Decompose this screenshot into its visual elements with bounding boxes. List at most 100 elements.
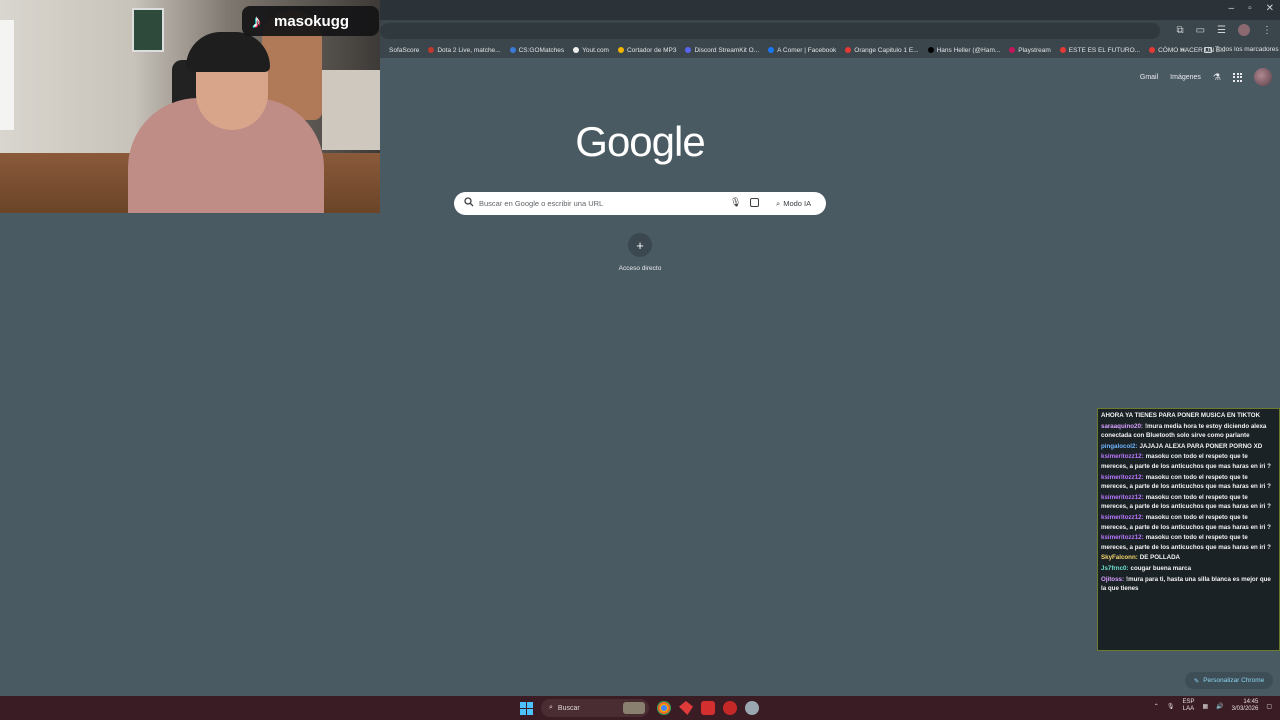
images-link[interactable]: Imágenes bbox=[1170, 74, 1201, 81]
window-controls: – ▫ ✕ bbox=[1229, 3, 1275, 14]
add-shortcut-label: Acceso directo bbox=[618, 265, 662, 272]
google-account-avatar[interactable] bbox=[1254, 68, 1272, 86]
bookmark-item[interactable]: Orange Capitulo 1 E... bbox=[845, 46, 919, 54]
ai-search-icon: ⌕ bbox=[776, 198, 781, 208]
settings-gear-icon[interactable] bbox=[745, 701, 759, 715]
taskbar-search[interactable]: ⌕ Buscar bbox=[541, 699, 649, 717]
bookmark-item[interactable]: SofaScore bbox=[380, 47, 419, 54]
app-icon-obs[interactable] bbox=[723, 701, 737, 715]
bookmark-label: Yout.com bbox=[582, 46, 609, 54]
bookmark-label: Playstream bbox=[1018, 46, 1051, 54]
bookmark-item[interactable]: Yout.com bbox=[573, 47, 609, 54]
bookmark-item[interactable]: Discord StreamKit O... bbox=[685, 47, 759, 54]
bookmark-favicon-icon bbox=[509, 47, 516, 53]
chat-username: ksimeritozz12: bbox=[1101, 453, 1144, 461]
bookmark-item[interactable]: Playstream bbox=[1009, 47, 1051, 54]
chat-username: saraaquino20: bbox=[1101, 422, 1143, 430]
app-icon-red-square[interactable] bbox=[701, 701, 715, 715]
bookmark-item[interactable]: A Comer | Facebook bbox=[768, 47, 836, 54]
bookmark-favicon-icon bbox=[573, 47, 580, 53]
tiktok-badge: ♪ ♪ ♪ masokugg bbox=[242, 6, 379, 36]
extensions-icon[interactable]: ⧉ bbox=[1176, 25, 1183, 36]
chat-text: !mura para ti, hasta una silla blanca es… bbox=[1101, 575, 1271, 593]
labs-flask-icon[interactable]: ⚗ bbox=[1213, 72, 1221, 83]
bookmark-favicon-icon bbox=[768, 47, 775, 53]
language-code: ESP bbox=[1182, 699, 1195, 705]
bookmark-item[interactable]: Dota 2 Live, matche... bbox=[428, 47, 501, 54]
restore-button[interactable]: ▫ bbox=[1248, 3, 1252, 14]
bookmark-favicon-icon bbox=[685, 47, 692, 53]
bookmark-label: A Comer | Facebook bbox=[777, 46, 837, 54]
google-logo: Google bbox=[575, 118, 705, 165]
chat-username: ksimeritozz12: bbox=[1101, 493, 1144, 501]
chrome-app-icon[interactable] bbox=[657, 701, 671, 715]
google-top-links: Gmail Imágenes ⚗ bbox=[1140, 68, 1272, 86]
ai-mode-button[interactable]: ⌕ Modo IA bbox=[770, 195, 817, 212]
pencil-icon: ✎ bbox=[1193, 677, 1200, 685]
chat-message: SkyFalconn: DE POLLADA bbox=[1101, 553, 1276, 563]
clock[interactable]: 14:45 3/03/2026 bbox=[1232, 699, 1259, 713]
taskbar-search-label: Buscar bbox=[557, 704, 580, 712]
bookmark-favicon-icon bbox=[927, 47, 934, 53]
system-tray: ⌃ 🎙 ESP LAA ▦ 🔊 14:45 3/03/2026 ▢ bbox=[1154, 699, 1272, 713]
all-bookmarks-button[interactable]: Todos los marcadores bbox=[1204, 46, 1279, 53]
app-icon-red-pin[interactable] bbox=[679, 701, 693, 715]
chat-message: ksimeritozz12: masoku con todo el respeto… bbox=[1101, 493, 1276, 512]
search-input[interactable]: Buscar en Google o escribir una URL bbox=[479, 199, 603, 208]
bookmark-item[interactable]: ESTE ES EL FUTURO... bbox=[1059, 46, 1141, 54]
profile-avatar[interactable] bbox=[1238, 24, 1250, 36]
tiktok-username: masokugg bbox=[274, 12, 350, 30]
chat-message: Js7frnc0: cougar buena marca bbox=[1101, 564, 1276, 574]
bookmark-item[interactable]: CS:GOMatches bbox=[509, 47, 564, 54]
bookmark-favicon-icon bbox=[845, 47, 852, 53]
address-bar[interactable] bbox=[380, 23, 1160, 39]
notifications-icon[interactable]: ▢ bbox=[1266, 703, 1272, 710]
add-shortcut-button[interactable]: + bbox=[628, 233, 652, 257]
webcam-window-light bbox=[0, 20, 14, 130]
all-bookmarks-label: Todos los marcadores bbox=[1215, 46, 1279, 53]
google-apps-icon[interactable] bbox=[1233, 72, 1242, 82]
gmail-link[interactable]: Gmail bbox=[1140, 74, 1158, 81]
bookmark-item[interactable]: Cortador de MP3 bbox=[617, 47, 676, 54]
network-icon[interactable]: ▦ bbox=[1202, 703, 1208, 710]
bookmark-label: SofaScore bbox=[389, 46, 420, 54]
bookmark-label: ESTE ES EL FUTURO... bbox=[1068, 46, 1141, 54]
chat-message: ksimeritozz12: masoku con todo el respeto… bbox=[1101, 452, 1276, 471]
folder-icon bbox=[1204, 46, 1212, 53]
customize-chrome-button[interactable]: ✎ Personalizar Chrome bbox=[1185, 672, 1273, 689]
search-icon bbox=[464, 197, 474, 207]
bookmarks-more-button[interactable]: » bbox=[1180, 45, 1184, 54]
volume-icon[interactable]: 🔊 bbox=[1216, 703, 1223, 710]
language-indicator[interactable]: ESP LAA bbox=[1182, 699, 1194, 713]
google-lens-icon[interactable] bbox=[750, 198, 759, 207]
bookmark-favicon-icon bbox=[1059, 47, 1066, 53]
windows-start-icon[interactable] bbox=[520, 701, 533, 715]
microphone-icon[interactable]: 🎙 bbox=[730, 197, 741, 208]
chat-username: Js7frnc0: bbox=[1101, 564, 1129, 572]
bookmark-list: SofaScore Dota 2 Live, matche... CS:GOMatc… bbox=[380, 42, 1226, 58]
bookmark-item[interactable]: Hans Heller (@Ham... bbox=[927, 47, 1000, 54]
chat-text: JAJAJA ALEXA PARA PONER PORNO XD bbox=[1139, 442, 1263, 450]
sidebar-icon[interactable]: ▭ bbox=[1196, 25, 1205, 36]
bookmark-label: Orange Capitulo 1 E... bbox=[854, 46, 919, 54]
stream-chat-overlay: AHORA YA TIENES PARA PONER MUSICA EN TIK… bbox=[1097, 408, 1280, 651]
search-highlight-image bbox=[623, 702, 645, 714]
search-box[interactable]: Buscar en Google o escribir una URL 🎙 ⌕ … bbox=[454, 192, 826, 215]
chat-username: ksimeritozz12: bbox=[1101, 534, 1144, 542]
chat-message: pingalocol2: JAJAJA ALEXA PARA PONER PORN… bbox=[1101, 442, 1276, 452]
playlist-icon[interactable]: ☰ bbox=[1217, 25, 1226, 36]
minimize-button[interactable]: – bbox=[1229, 3, 1235, 14]
tray-microphone-icon[interactable]: 🎙 bbox=[1167, 703, 1175, 710]
ai-mode-label: Modo IA bbox=[783, 199, 812, 208]
chat-message: ksimeritozz12: masoku con todo el respeto… bbox=[1101, 473, 1276, 492]
bookmark-favicon-icon bbox=[380, 47, 386, 53]
customize-chrome-label: Personalizar Chrome bbox=[1203, 677, 1265, 684]
tray-chevron-up-icon[interactable]: ⌃ bbox=[1154, 703, 1159, 710]
chat-message: saraaquino20: !mura media hora te estoy d… bbox=[1101, 422, 1276, 441]
clock-date: 3/03/2026 bbox=[1231, 706, 1259, 712]
chat-username: Ojitoss: bbox=[1101, 575, 1125, 583]
chat-message: AHORA YA TIENES PARA PONER MUSICA EN TIK… bbox=[1101, 411, 1276, 421]
close-button[interactable]: ✕ bbox=[1266, 3, 1274, 14]
chat-message: ksimeritozz12: masoku con todo el respeto… bbox=[1101, 533, 1276, 552]
menu-icon[interactable]: ⋮ bbox=[1262, 25, 1272, 36]
